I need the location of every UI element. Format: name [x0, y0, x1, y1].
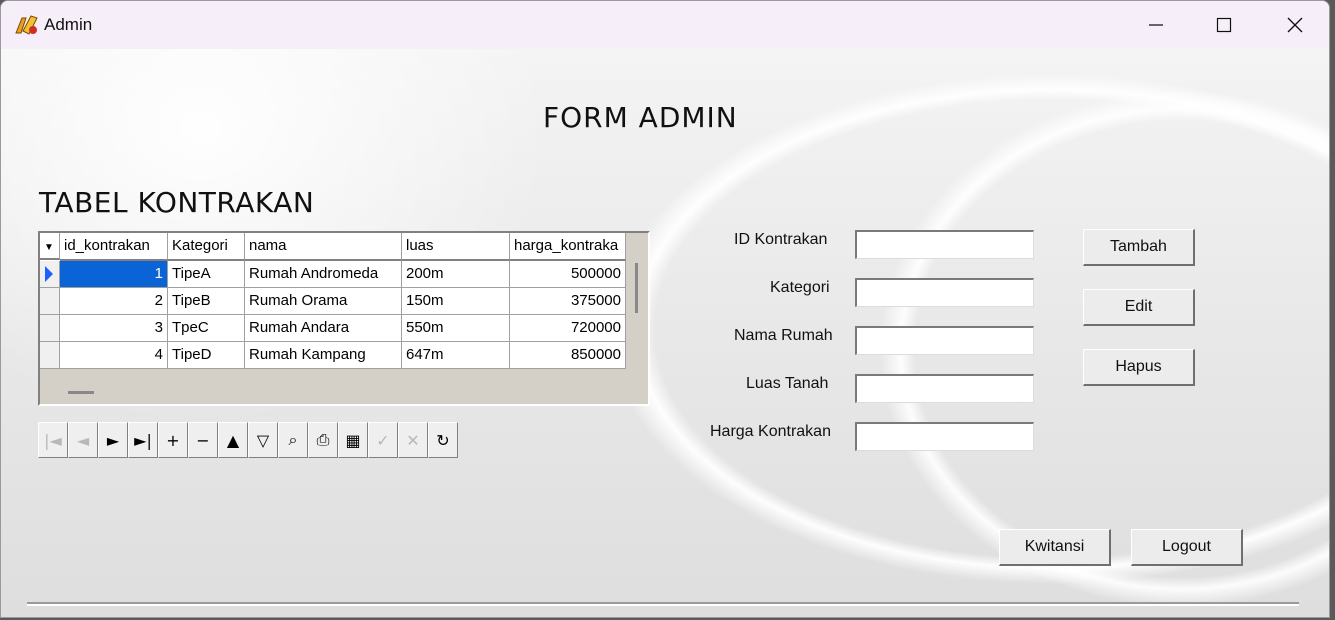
- grid-cell-harga-kontraka[interactable]: 375000: [510, 288, 626, 315]
- grid-cell-luas[interactable]: 550m: [402, 315, 510, 342]
- grid-export-icon: ▦: [345, 430, 361, 450]
- grid-cell-nama[interactable]: Rumah Kampang: [245, 342, 402, 369]
- insert-record-button[interactable]: +: [158, 422, 188, 458]
- grid-export-button[interactable]: ▦: [338, 422, 368, 458]
- delete-record-icon: −: [196, 430, 210, 450]
- last-record-icon: ►|: [134, 430, 152, 450]
- admin-window: Admin FORM ADMIN TABEL KONTRAKAN ▼ id_kon…: [0, 0, 1330, 618]
- grid-header-nama[interactable]: nama: [245, 233, 402, 261]
- grid-cell-id-kontrakan[interactable]: 4: [60, 342, 168, 369]
- edit-button[interactable]: Edit: [1083, 289, 1195, 326]
- filter-icon: ▽: [256, 430, 270, 450]
- first-record-button[interactable]: |◄: [38, 422, 68, 458]
- grid-body: ▼ id_kontrakan Kategori nama luas harga_kontr…: [40, 233, 626, 369]
- filter-button[interactable]: ▽: [248, 422, 278, 458]
- cancel-record-button[interactable]: ✕: [398, 422, 428, 458]
- refresh-button[interactable]: ↻: [428, 422, 458, 458]
- grid-cell-luas[interactable]: 647m: [402, 342, 510, 369]
- row-indicator[interactable]: [40, 315, 60, 342]
- grid-cell-luas[interactable]: 150m: [402, 288, 510, 315]
- search-binoculars-icon: ⌕: [288, 430, 298, 449]
- row-indicator[interactable]: [40, 261, 60, 288]
- form-client-area: FORM ADMIN TABEL KONTRAKAN ▼ id_kontrakan…: [1, 49, 1329, 617]
- grid-cell-nama[interactable]: Rumah Andromeda: [245, 261, 402, 288]
- minimize-button[interactable]: [1121, 1, 1191, 49]
- refresh-icon: ↻: [436, 430, 450, 450]
- app-icon: [15, 15, 38, 35]
- minimize-icon: [1149, 24, 1163, 26]
- maximize-button[interactable]: [1189, 1, 1259, 49]
- hapus-button[interactable]: Hapus: [1083, 349, 1195, 386]
- tambah-button[interactable]: Tambah: [1083, 229, 1195, 266]
- kontrakan-grid[interactable]: ▼ id_kontrakan Kategori nama luas harga_kontr…: [38, 231, 650, 406]
- grid-cell-harga-kontraka[interactable]: 500000: [510, 261, 626, 288]
- nama-rumah-field[interactable]: [855, 326, 1034, 355]
- nama-rumah-label: Nama Rumah: [734, 327, 833, 344]
- window-title: Admin: [44, 15, 93, 34]
- table-title: TABEL KONTRAKAN: [39, 186, 315, 219]
- scroll-thumb[interactable]: [635, 263, 638, 313]
- next-record-icon: ►: [106, 430, 120, 450]
- delete-record-button[interactable]: −: [188, 422, 218, 458]
- post-record-icon: ✓: [376, 430, 390, 450]
- sort-down-icon: ▼: [44, 242, 54, 253]
- grid-cell-id-kontrakan[interactable]: 1: [60, 261, 168, 288]
- kategori-label: Kategori: [770, 279, 830, 296]
- prior-record-button[interactable]: ◄: [68, 422, 98, 458]
- title-bar[interactable]: Admin: [1, 1, 1329, 49]
- search-binoculars-button[interactable]: ⌕: [278, 422, 308, 458]
- row-indicator[interactable]: [40, 288, 60, 315]
- print-button[interactable]: ⎙: [308, 422, 338, 458]
- grid-cell-nama[interactable]: Rumah Orama: [245, 288, 402, 315]
- grid-cell-harga-kontraka[interactable]: 720000: [510, 315, 626, 342]
- close-button[interactable]: [1260, 1, 1329, 49]
- grid-cell-kategori[interactable]: TpeC: [168, 315, 245, 342]
- luas-tanah-label: Luas Tanah: [746, 375, 829, 392]
- grid-cell-kategori[interactable]: TipeD: [168, 342, 245, 369]
- logout-button[interactable]: Logout: [1131, 529, 1243, 566]
- grid-vertical-scrollbar[interactable]: [630, 263, 646, 363]
- edit-record-button[interactable]: ▲: [218, 422, 248, 458]
- bottom-divider: [27, 602, 1299, 606]
- grid-cell-harga-kontraka[interactable]: 850000: [510, 342, 626, 369]
- next-record-button[interactable]: ►: [98, 422, 128, 458]
- grid-cell-id-kontrakan[interactable]: 2: [60, 288, 168, 315]
- grid-cell-luas[interactable]: 200m: [402, 261, 510, 288]
- grid-header-luas[interactable]: luas: [402, 233, 510, 261]
- harga-kontrakan-field[interactable]: [855, 422, 1034, 451]
- harga-kontrakan-label: Harga Kontrakan: [710, 423, 831, 440]
- last-record-button[interactable]: ►|: [128, 422, 158, 458]
- post-record-button[interactable]: ✓: [368, 422, 398, 458]
- prior-record-icon: ◄: [76, 430, 90, 450]
- grid-cell-kategori[interactable]: TipeA: [168, 261, 245, 288]
- cancel-record-icon: ✕: [406, 430, 420, 450]
- kategori-field[interactable]: [855, 278, 1034, 307]
- grid-horizontal-scroll-thumb[interactable]: [68, 391, 94, 394]
- current-row-icon: [45, 266, 53, 282]
- form-title: FORM ADMIN: [543, 101, 738, 134]
- grid-header-id-kontrakan[interactable]: id_kontrakan: [60, 233, 168, 261]
- row-indicator[interactable]: [40, 342, 60, 369]
- kwitansi-button[interactable]: Kwitansi: [999, 529, 1111, 566]
- maximize-icon: [1216, 17, 1232, 33]
- id-kontrakan-label: ID Kontrakan: [734, 231, 828, 248]
- edit-record-icon: ▲: [226, 430, 240, 450]
- db-navigator: |◄ ◄ ► ►| + − ▲ ▽ ⌕ ⎙ ▦ ✓ ✕ ↻: [38, 422, 458, 458]
- insert-record-icon: +: [166, 430, 180, 450]
- id-kontrakan-field[interactable]: [855, 230, 1034, 259]
- grid-header-harga-kontraka[interactable]: harga_kontraka: [510, 233, 626, 261]
- luas-tanah-field[interactable]: [855, 374, 1034, 403]
- grid-cell-id-kontrakan[interactable]: 3: [60, 315, 168, 342]
- grid-cell-kategori[interactable]: TipeB: [168, 288, 245, 315]
- grid-header-kategori[interactable]: Kategori: [168, 233, 245, 261]
- close-icon: [1287, 17, 1303, 33]
- print-icon: ⎙: [316, 430, 330, 449]
- grid-cell-nama[interactable]: Rumah Andara: [245, 315, 402, 342]
- first-record-icon: |◄: [44, 430, 62, 450]
- grid-corner[interactable]: ▼: [40, 233, 60, 260]
